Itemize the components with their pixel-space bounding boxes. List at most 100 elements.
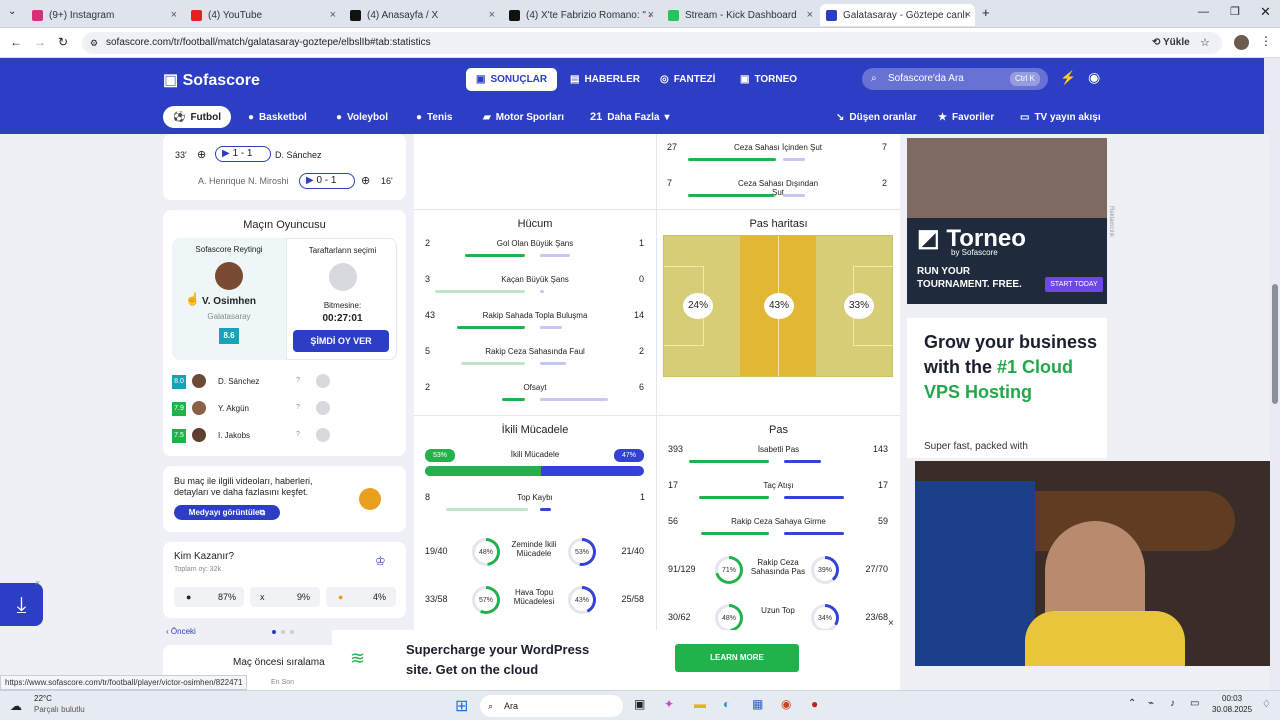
restore-icon[interactable]: ❐ <box>1230 5 1240 18</box>
close-icon[interactable]: × <box>35 578 40 588</box>
list-item[interactable]: 8.0 D. Sánchez? <box>172 374 397 391</box>
highlight-play-button[interactable]: ▶ 1 - 1 <box>215 146 271 162</box>
sport-football[interactable]: ⚽ Futbol <box>163 106 231 128</box>
tab-instagram[interactable]: (9+) Instagram × <box>26 4 181 26</box>
home-bar <box>461 362 525 365</box>
sport-basketball[interactable]: ● Basketbol <box>238 106 317 128</box>
window-close-icon[interactable]: ✕ <box>1260 4 1271 20</box>
stat-away: 7 <box>882 142 888 152</box>
battery-icon[interactable]: ▭ <box>1190 698 1199 709</box>
tab-sofascore[interactable]: Galatasaray - Göztepe canlı skor× <box>820 4 975 26</box>
close-icon[interactable]: × <box>965 9 971 21</box>
vote-now-button[interactable]: ŞİMDİ OY VER <box>293 330 389 352</box>
stat-home: 393 <box>668 444 684 454</box>
nav-results[interactable]: ▣ SONUÇLAR <box>466 68 558 91</box>
close-icon[interactable]: × <box>171 9 177 21</box>
windows-start-icon[interactable]: ⊞ <box>455 696 468 716</box>
wordpress-ad[interactable]: ≋ Supercharge your WordPress site. Get o… <box>332 618 900 690</box>
volleyball-icon: ● <box>336 111 343 123</box>
back-icon[interactable]: ← <box>10 35 22 49</box>
network-icon[interactable]: ⌁ <box>1148 698 1154 709</box>
tab-kick[interactable]: Stream - Kick Dashboard × <box>662 4 817 26</box>
nav-torneo[interactable]: ▣ TORNEO <box>730 68 807 91</box>
start-today-button[interactable]: START TODAY <box>1045 277 1103 292</box>
vote-away-button[interactable]: ● 4% <box>326 587 396 607</box>
nav-fantasy[interactable]: ◎ FANTEZİ <box>650 68 725 91</box>
event-player: A. Henrique N. Miroshi <box>198 176 289 186</box>
tab-youtube[interactable]: (4) YouTube × <box>185 4 340 26</box>
star-icon: ★ <box>938 111 947 123</box>
view-media-button[interactable]: Medyayı görüntüle ⧉ <box>174 505 280 520</box>
vps-ad[interactable]: Grow your business with the #1 Cloud VPS… <box>907 318 1107 458</box>
site-info-icon[interactable]: ⚙ <box>90 32 98 54</box>
rating-badge: 7.9 <box>172 402 186 416</box>
previous-link[interactable]: ‹ Önceki <box>166 627 196 636</box>
tray-chevron-icon[interactable]: ⌃ <box>1128 698 1136 709</box>
edge-icon[interactable]: ◐ <box>723 697 730 711</box>
list-item[interactable]: 7.5 I. Jakobs? <box>172 428 397 445</box>
away-bar <box>540 508 551 511</box>
url-field[interactable]: ⚙ sofascore.com/tr/football/match/galatas… <box>82 32 1222 54</box>
nav-label: FANTEZİ <box>673 74 716 85</box>
chrome-icon[interactable]: ◉ <box>781 697 791 711</box>
sport-motorsport[interactable]: ▰ Motor Sporları <box>473 106 574 128</box>
app-icon[interactable]: ● <box>811 697 818 711</box>
close-icon[interactable]: × <box>807 9 813 21</box>
tab-list-chevron-icon[interactable]: ⌄ <box>8 6 16 17</box>
tab-latest[interactable]: En Son <box>271 679 294 686</box>
update-button[interactable]: ⟲ Yükle <box>1152 32 1190 54</box>
list-item[interactable]: 7.9 Y. Akgün? <box>172 401 397 418</box>
bookmark-star-icon[interactable]: ☆ <box>1200 32 1210 54</box>
clock-time: 00:03 <box>1222 694 1243 703</box>
download-icon[interactable]: ⤓ <box>0 583 43 626</box>
carousel-dots[interactable] <box>272 630 302 635</box>
file-explorer-icon[interactable]: ▬ <box>694 697 706 711</box>
store-icon[interactable]: ▦ <box>752 697 763 711</box>
sport-tennis[interactable]: ● Tenis <box>406 106 462 128</box>
tab-x-home[interactable]: (4) Anasayfa / X × <box>344 4 499 26</box>
favorites-link[interactable]: ★ Favoriler <box>928 106 1004 128</box>
search-input[interactable]: ⌕ Sofascore'da Ara Ctrl K <box>862 68 1048 90</box>
close-icon[interactable]: × <box>330 9 336 21</box>
copilot-icon[interactable]: ✦ <box>664 697 674 711</box>
task-view-icon[interactable]: ▣ <box>634 697 645 711</box>
sofascore-logo[interactable]: ▣ Sofascore <box>163 70 260 90</box>
highlight-play-button[interactable]: ▶ 0 - 1 <box>299 173 355 189</box>
page-scrollbar-top[interactable] <box>1264 58 1280 134</box>
tab-x-fabrizio[interactable]: (4) X'te Fabrizio Romano: "🔺🔺...× <box>503 4 658 26</box>
fans-label: Taraftarların seçimi <box>308 246 377 255</box>
vote-ends-label: Bitmesine: <box>323 301 362 310</box>
reload-icon[interactable]: ↻ <box>58 35 68 49</box>
more-count: 21 <box>590 111 603 123</box>
vote-draw-button[interactable]: x 9% <box>250 587 320 607</box>
search-icon: ⌕ <box>488 701 494 711</box>
volume-icon[interactable]: ♪ <box>1170 698 1175 709</box>
nav-news[interactable]: ▤ HABERLER <box>560 68 650 91</box>
torneo-ad[interactable]: ◩ Torneo by Sofascore RUN YOUR TOURNAMEN… <box>907 138 1107 304</box>
page-scrollbar[interactable] <box>1270 134 1280 690</box>
browser-menu-icon[interactable]: ⋮ <box>1260 34 1272 48</box>
user-icon[interactable]: ◉ <box>1088 69 1100 86</box>
taskbar-search[interactable]: ⌕ Ara <box>480 695 623 717</box>
ad-headline: Supercharge your WordPress site. Get on … <box>406 642 590 677</box>
scrollbar-thumb[interactable] <box>1272 284 1278 404</box>
notification-icon[interactable]: ♢ <box>1262 699 1271 710</box>
ad-tagline-1: RUN YOUR <box>917 266 971 277</box>
ad-close-icon[interactable]: × <box>888 618 894 629</box>
vote-home-button[interactable]: ● 87% <box>174 587 244 607</box>
stat-away: 14 <box>633 310 644 320</box>
profile-avatar[interactable] <box>1234 35 1249 50</box>
sport-volleyball[interactable]: ● Voleybol <box>326 106 398 128</box>
lightning-icon[interactable]: ⚡ <box>1060 70 1076 86</box>
sport-more[interactable]: 21 Daha Fazla ▾ <box>580 106 680 128</box>
dropping-odds-link[interactable]: ↘ Düşen oranlar <box>826 106 927 128</box>
close-icon[interactable]: × <box>489 9 495 21</box>
forward-icon[interactable]: → <box>34 35 46 49</box>
tv-schedule-link[interactable]: ▭ TV yayın akışı <box>1010 106 1111 128</box>
minimize-icon[interactable]: — <box>1198 6 1209 18</box>
ad-tagline-2: TOURNAMENT. FREE. <box>917 279 1022 290</box>
torneo-icon: ▣ <box>740 74 750 85</box>
learn-more-button[interactable]: LEARN MORE <box>675 644 799 672</box>
new-tab-icon[interactable]: + <box>982 5 990 20</box>
close-icon[interactable]: × <box>648 9 654 21</box>
